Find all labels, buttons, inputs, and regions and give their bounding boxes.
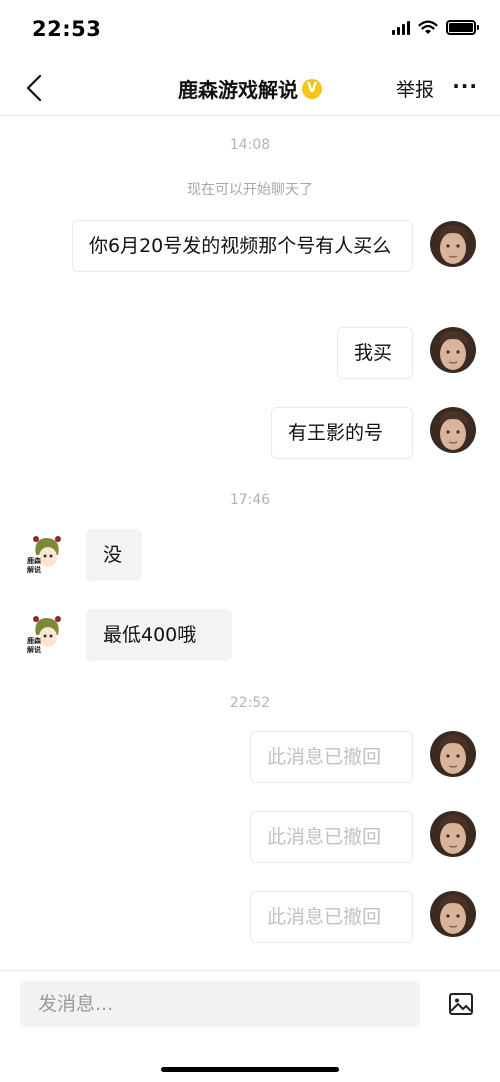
wifi-icon	[418, 20, 438, 34]
my-avatar[interactable]	[430, 811, 476, 857]
my-avatar[interactable]	[430, 731, 476, 777]
my-avatar[interactable]	[430, 407, 476, 453]
status-bar: 22:53	[0, 0, 500, 60]
svg-text:鹿森: 鹿森	[27, 556, 42, 565]
input-bar: 发消息...	[0, 970, 500, 1082]
svg-text:解说: 解说	[27, 645, 41, 654]
avatar-image	[430, 811, 476, 857]
timestamp: 22:52	[229, 695, 271, 711]
svg-text:鹿森: 鹿森	[27, 636, 42, 645]
signal-icon	[392, 20, 410, 35]
recalled-message: 此消息已撤回	[250, 811, 413, 863]
recalled-message: 此消息已撤回	[250, 731, 413, 783]
incoming-message[interactable]: 没	[86, 529, 142, 581]
contact-avatar[interactable]: 鹿森 解说	[24, 533, 66, 575]
verified-badge-icon: V	[302, 78, 322, 99]
my-avatar[interactable]	[430, 221, 476, 267]
incoming-message[interactable]: 最低400哦	[86, 609, 232, 661]
my-avatar[interactable]	[430, 327, 476, 373]
recalled-message: 此消息已撤回	[250, 891, 413, 943]
report-button[interactable]: 举报	[396, 75, 434, 102]
chat-area[interactable]: 14:08 现在可以开始聊天了 你6月20号发的视频那个号有人买么 我买 有王影…	[0, 117, 500, 970]
outgoing-message[interactable]: 你6月20号发的视频那个号有人买么	[72, 220, 413, 272]
avatar-image	[430, 891, 476, 937]
battery-icon	[446, 20, 479, 35]
image-icon[interactable]	[448, 991, 474, 1017]
timestamp: 14:08	[229, 137, 271, 153]
avatar-image	[430, 221, 476, 267]
home-indicator	[161, 1067, 339, 1072]
timestamp: 17:46	[229, 492, 271, 508]
status-time: 22:53	[32, 17, 102, 41]
cartoon-avatar-image: 鹿森 解说	[24, 613, 66, 655]
status-icons	[392, 20, 479, 35]
avatar-image	[430, 407, 476, 453]
more-icon[interactable]: ···	[452, 74, 478, 98]
avatar-image	[430, 327, 476, 373]
page-title: 鹿森游戏解说	[178, 78, 298, 102]
outgoing-message[interactable]: 我买	[337, 327, 413, 379]
svg-text:解说: 解说	[27, 565, 41, 574]
nav-bar: 鹿森游戏解说 V 举报 ···	[0, 60, 500, 116]
avatar-image	[430, 731, 476, 777]
outgoing-message[interactable]: 有王影的号	[271, 407, 413, 459]
cartoon-avatar-image: 鹿森 解说	[24, 533, 66, 575]
contact-avatar[interactable]: 鹿森 解说	[24, 613, 66, 655]
my-avatar[interactable]	[430, 891, 476, 937]
system-note: 现在可以开始聊天了	[187, 182, 313, 198]
message-input[interactable]: 发消息...	[20, 981, 420, 1027]
